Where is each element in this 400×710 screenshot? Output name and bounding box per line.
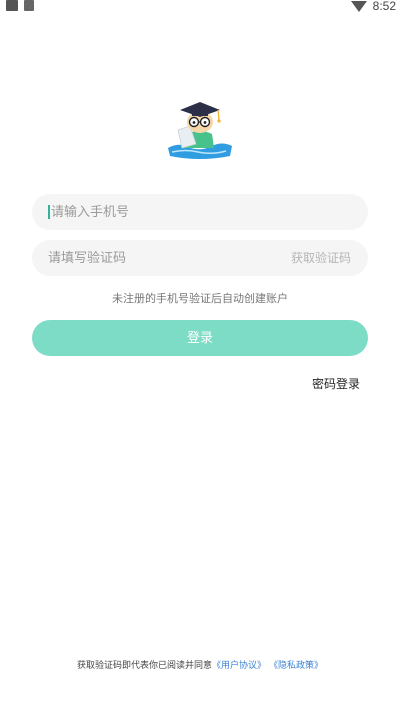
password-login-link[interactable]: 密码登录 [312, 375, 360, 392]
user-agreement-link[interactable]: 《用户协议》 [212, 661, 266, 671]
verification-code-field[interactable]: 获取验证码 [32, 240, 368, 276]
auto-register-hint: 未注册的手机号验证后自动创建账户 [112, 292, 288, 305]
agreement-prefix: 获取验证码即代表你已阅读并同意 [77, 661, 213, 671]
phone-field[interactable] [32, 194, 368, 230]
verification-code-input[interactable] [48, 240, 278, 276]
privacy-policy-link[interactable]: 《隐私政策》 [269, 661, 323, 671]
graduate-mascot-icon [168, 102, 232, 159]
app-notification-icon [24, 0, 34, 11]
login-button[interactable]: 登录 [32, 320, 368, 356]
app-notification-icon [6, 0, 18, 11]
agreement-text: 获取验证码即代表你已阅读并同意《用户协议》 《隐私政策》 [0, 658, 400, 671]
status-bar-right: 8:52 [350, 0, 396, 13]
status-bar: 8:52 [0, 0, 400, 14]
status-bar-left [6, 0, 34, 11]
status-time: 8:52 [372, 0, 396, 13]
wifi-icon [350, 0, 367, 12]
get-code-button[interactable]: 获取验证码 [291, 240, 351, 276]
text-cursor [48, 205, 50, 219]
phone-input[interactable] [51, 194, 281, 230]
